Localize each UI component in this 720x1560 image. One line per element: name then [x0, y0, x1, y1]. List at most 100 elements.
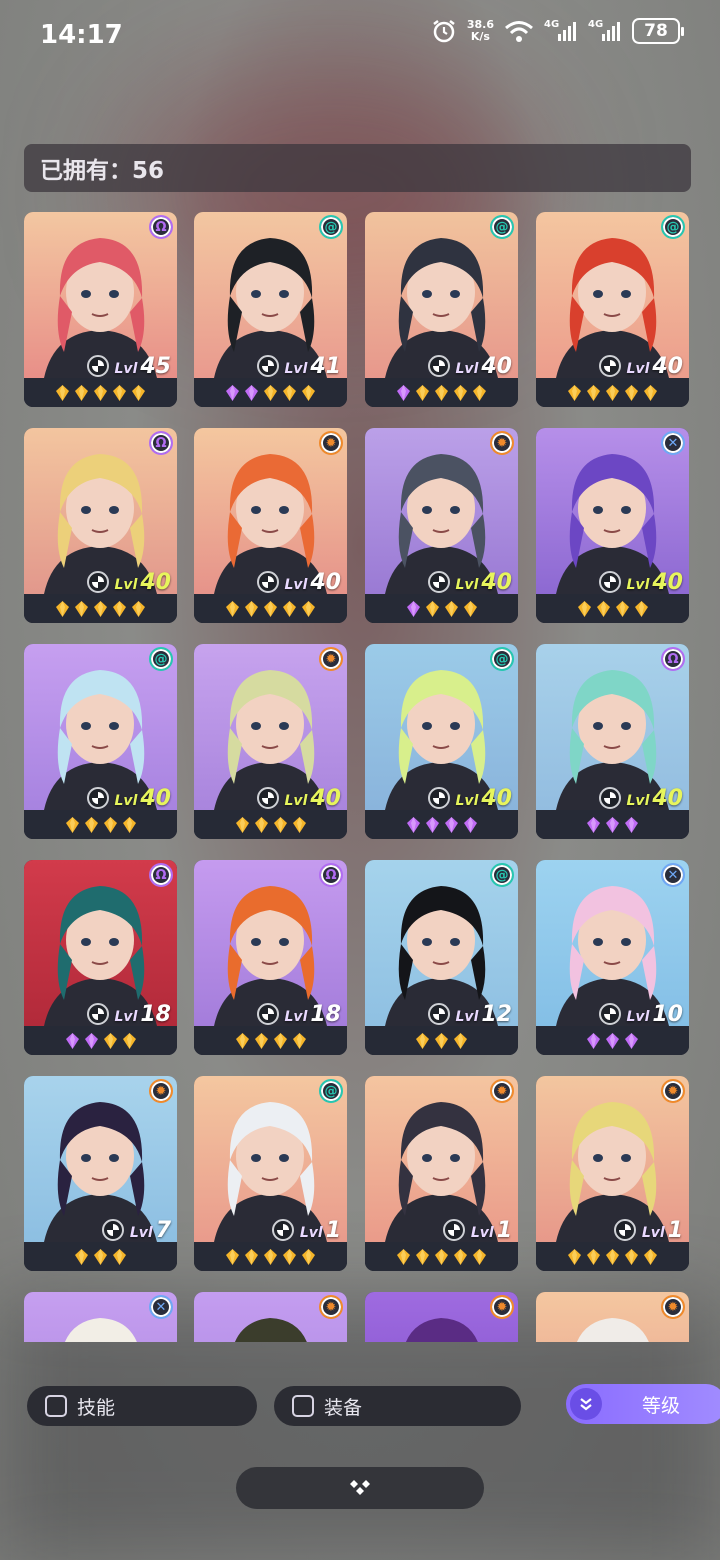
hero-card[interactable]: ✕: [24, 1292, 177, 1342]
hero-card[interactable]: Ω Lvl 40: [24, 428, 177, 623]
hero-level: Lvl 10: [627, 1002, 683, 1027]
hero-card[interactable]: ✕ Lvl 40: [536, 428, 689, 623]
hero-level: Lvl 40: [285, 786, 341, 811]
skill-chip-icon: [598, 571, 621, 593]
hero-level-row: Lvl 40: [256, 785, 341, 811]
hero-card[interactable]: ✹ Lvl 1: [536, 1076, 689, 1271]
gold-gem-icon: [596, 600, 610, 617]
gold-gem-icon: [113, 384, 126, 401]
element-icon: @: [490, 215, 514, 239]
gold-gem-icon: [302, 1248, 315, 1265]
hero-level-row: Lvl 40: [598, 785, 683, 811]
hero-card[interactable]: Ω Lvl 18: [194, 860, 347, 1055]
element-icon: ✹: [661, 1295, 685, 1319]
level-number: 1: [325, 1217, 341, 1243]
sort-level-button[interactable]: 等级: [566, 1384, 720, 1424]
gold-gem-icon: [273, 1032, 287, 1049]
collapse-handle[interactable]: [236, 1467, 484, 1509]
hero-card[interactable]: ✹ Lvl 40: [194, 428, 347, 623]
level-prefix: Lvl: [114, 360, 138, 377]
purple-gem-icon: [425, 816, 439, 833]
level-prefix: Lvl: [626, 1008, 650, 1025]
level-number: 40: [481, 569, 512, 595]
gold-gem-icon: [122, 816, 136, 833]
gold-gem-icon: [273, 816, 287, 833]
skill-filter-toggle[interactable]: 技能: [27, 1386, 257, 1426]
hero-card[interactable]: @ Lvl 40: [536, 212, 689, 407]
purple-gem-icon: [406, 816, 420, 833]
hero-star-row: [24, 1026, 177, 1055]
gold-gem-icon: [644, 384, 657, 401]
hero-card[interactable]: @ Lvl 40: [365, 212, 518, 407]
equip-checkbox[interactable]: [292, 1395, 314, 1417]
gold-gem-icon: [84, 816, 98, 833]
purple-gem-icon: [406, 600, 420, 617]
hero-card[interactable]: ✹: [365, 1292, 518, 1342]
element-icon: @: [319, 215, 343, 239]
level-prefix: Lvl: [455, 792, 479, 809]
purple-gem-icon: [463, 816, 477, 833]
element-icon: ✹: [149, 1079, 173, 1103]
hero-grid[interactable]: Ω Lvl 45 @ Lvl 41 @ Lvl 40 @ Lvl 40 Ω Lvl 40 ✹ Lvl 40 ✹ Lvl…: [24, 212, 692, 1342]
hero-card[interactable]: Ω Lvl 45: [24, 212, 177, 407]
hero-star-row: [194, 1026, 347, 1055]
hero-card[interactable]: @ Lvl 40: [24, 644, 177, 839]
level-number: 45: [140, 353, 171, 379]
hero-star-row: [24, 810, 177, 839]
level-prefix: Lvl: [284, 792, 308, 809]
hero-card[interactable]: ✹ Lvl 40: [365, 428, 518, 623]
hero-card[interactable]: Ω Lvl 40: [536, 644, 689, 839]
hero-level: Lvl 40: [627, 570, 683, 595]
hero-level-row: Lvl 18: [86, 1001, 171, 1027]
hero-card[interactable]: ✹: [536, 1292, 689, 1342]
level-number: 12: [481, 1001, 512, 1027]
hero-card[interactable]: Ω Lvl 18: [24, 860, 177, 1055]
hero-star-row: [24, 1242, 177, 1271]
hero-level: Lvl 40: [285, 570, 341, 595]
gold-gem-icon: [283, 1248, 296, 1265]
gold-gem-icon: [473, 1248, 486, 1265]
level-number: 40: [310, 785, 341, 811]
level-number: 41: [310, 353, 341, 379]
skill-chip-icon: [598, 787, 621, 809]
equip-filter-toggle[interactable]: 装备: [274, 1386, 521, 1426]
gold-gem-icon: [283, 384, 296, 401]
hero-card[interactable]: @ Lvl 12: [365, 860, 518, 1055]
skill-checkbox[interactable]: [45, 1395, 67, 1417]
gold-gem-icon: [473, 384, 486, 401]
hero-level-row: Lvl 40: [427, 569, 512, 595]
hero-star-row: [24, 594, 177, 623]
hero-card[interactable]: @ Lvl 41: [194, 212, 347, 407]
purple-gem-icon: [226, 384, 239, 401]
element-icon: ✹: [661, 1079, 685, 1103]
element-icon: ✹: [319, 1295, 343, 1319]
level-prefix: Lvl: [455, 576, 479, 593]
hero-card[interactable]: ✹ Lvl 40: [194, 644, 347, 839]
level-number: 18: [140, 1001, 171, 1027]
gold-gem-icon: [113, 1248, 126, 1265]
level-prefix: Lvl: [626, 576, 650, 593]
gold-gem-icon: [435, 1248, 448, 1265]
gold-gem-icon: [94, 600, 107, 617]
hero-card[interactable]: ✹ Lvl 7: [24, 1076, 177, 1271]
hero-card[interactable]: ✕ Lvl 10: [536, 860, 689, 1055]
level-number: 10: [652, 1001, 683, 1027]
gold-gem-icon: [235, 816, 249, 833]
hero-card[interactable]: @ Lvl 40: [365, 644, 518, 839]
hero-card[interactable]: ✹: [194, 1292, 347, 1342]
gold-gem-icon: [587, 1248, 600, 1265]
hero-card[interactable]: @ Lvl 1: [194, 1076, 347, 1271]
purple-gem-icon: [245, 384, 258, 401]
gold-gem-icon: [577, 600, 591, 617]
hero-card[interactable]: ✹ Lvl 1: [365, 1076, 518, 1271]
gold-gem-icon: [132, 600, 145, 617]
hero-star-row: [194, 378, 347, 407]
element-icon: Ω: [149, 431, 173, 455]
level-prefix: Lvl: [284, 1008, 308, 1025]
hero-level-row: Lvl 18: [256, 1001, 341, 1027]
hero-level-row: Lvl 40: [598, 353, 683, 379]
skill-chip-icon: [86, 355, 109, 377]
hero-star-row: [536, 378, 689, 407]
element-icon: @: [149, 647, 173, 671]
gold-gem-icon: [416, 1248, 429, 1265]
